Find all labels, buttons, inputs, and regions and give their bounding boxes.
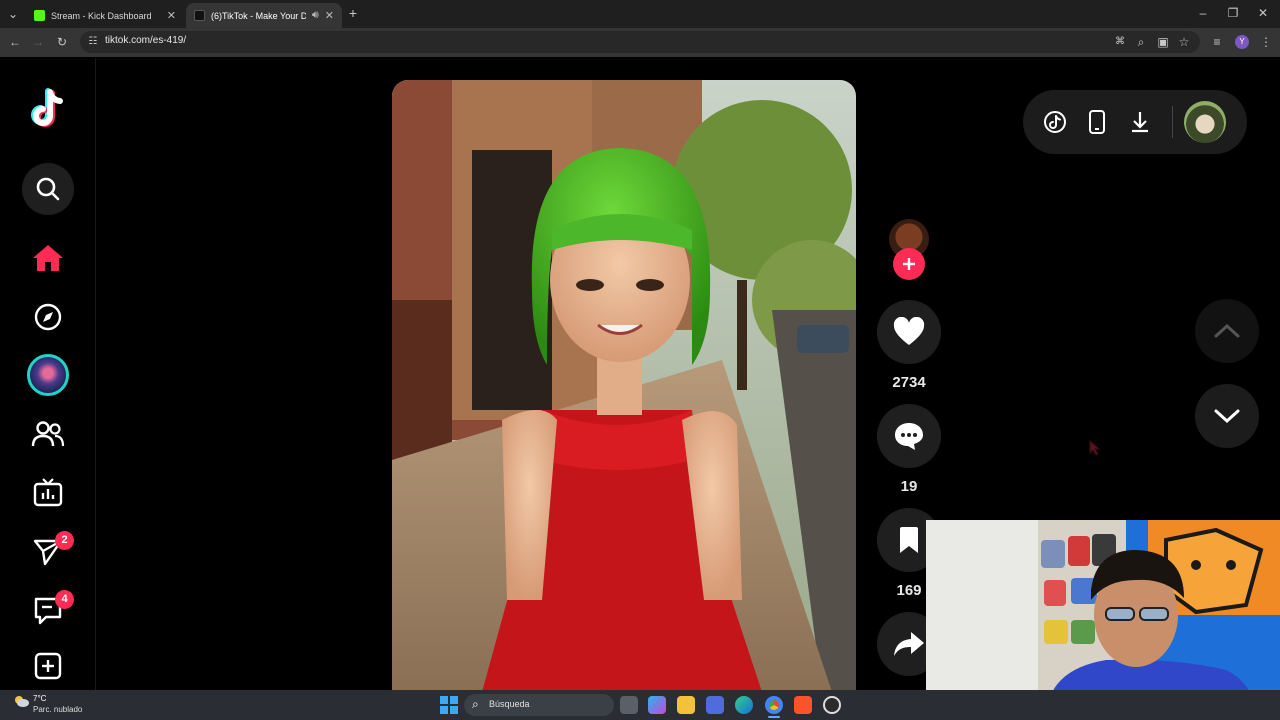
active-app-indicator — [768, 716, 780, 718]
url-text: tiktok.com/es-419/ — [105, 35, 187, 46]
translate-icon[interactable]: ⌘ — [1113, 35, 1127, 49]
live-avatar-button[interactable] — [22, 349, 74, 401]
tiktok-favicon-icon — [194, 10, 205, 21]
new-tab-icon[interactable]: + — [346, 6, 360, 20]
bookmark-star-icon[interactable]: ☆ — [1177, 35, 1191, 49]
start-button[interactable] — [440, 696, 458, 714]
tab-tiktok[interactable]: (6)TikTok - Make Your Day 🔊︎ ✕ — [186, 3, 342, 28]
weather-icon[interactable] — [12, 694, 30, 708]
restore-icon[interactable]: ❐ — [1226, 6, 1240, 20]
profile-avatar-icon[interactable]: Y — [1235, 35, 1249, 49]
tiktok-coin-icon — [1044, 111, 1066, 133]
taskbar-search[interactable] — [464, 694, 614, 716]
edge-icon[interactable] — [735, 696, 753, 714]
explore-button[interactable] — [22, 291, 74, 343]
tab-title: (6)TikTok - Make Your Day — [211, 10, 306, 21]
inbox-badge: 4 — [55, 590, 74, 609]
reading-list-icon[interactable]: ≡ — [1210, 35, 1224, 49]
toolbar-divider — [1172, 106, 1173, 138]
forward-icon[interactable]: → — [31, 35, 45, 49]
install-app-icon[interactable]: ▣ — [1156, 35, 1170, 49]
plus-icon — [903, 258, 915, 270]
tab-kick-dashboard[interactable]: Stream - Kick Dashboard ✕ — [26, 3, 184, 28]
bookmark-icon — [900, 527, 918, 553]
tiktok-logo-icon[interactable] — [22, 84, 74, 136]
chevron-up-icon — [1214, 323, 1240, 338]
like-count: 2734 — [892, 374, 926, 391]
url-input[interactable] — [80, 31, 1200, 53]
windows-logo-icon — [440, 696, 458, 714]
menu-kebab-icon[interactable]: ⋮ — [1259, 35, 1273, 49]
back-icon[interactable]: ← — [8, 35, 22, 49]
following-button[interactable] — [22, 408, 74, 460]
compass-icon — [34, 303, 62, 331]
task-view-icon[interactable] — [620, 696, 638, 714]
home-button[interactable] — [22, 232, 74, 284]
obs-icon[interactable] — [823, 696, 841, 714]
reload-icon[interactable]: ↻ — [55, 35, 69, 49]
messages-badge: 2 — [55, 531, 74, 550]
store-icon[interactable] — [706, 696, 724, 714]
tab-close-icon[interactable]: ✕ — [325, 9, 334, 22]
close-window-icon[interactable]: ✕ — [1256, 6, 1270, 20]
taskbar-search-label: Búsqueda — [489, 699, 530, 709]
heart-icon — [893, 317, 925, 345]
previous-video-button[interactable] — [1195, 299, 1259, 363]
comment-count: 19 — [900, 478, 918, 495]
video-frame — [392, 80, 856, 692]
chevron-down-icon — [1214, 409, 1240, 424]
copilot-icon[interactable] — [648, 696, 666, 714]
get-app-button[interactable] — [1087, 110, 1107, 134]
brave-icon[interactable] — [794, 696, 812, 714]
minimize-icon[interactable]: – — [1196, 6, 1210, 20]
phone-icon — [1089, 110, 1105, 134]
add-icon — [34, 652, 62, 680]
friends-icon — [31, 421, 65, 447]
follow-button[interactable] — [893, 248, 925, 280]
mouse-cursor-icon — [1089, 440, 1101, 456]
weather-temp[interactable]: 7°C — [33, 694, 46, 703]
upload-button[interactable] — [22, 643, 74, 689]
live-button[interactable] — [22, 466, 74, 518]
file-explorer-icon[interactable] — [677, 696, 695, 714]
comment-icon — [895, 423, 923, 450]
kick-favicon-icon — [34, 10, 45, 21]
search-button[interactable] — [22, 163, 74, 215]
site-info-icon[interactable]: ☷ — [86, 35, 100, 49]
weather-desc[interactable]: Parc. nublado — [33, 705, 82, 714]
chrome-icon[interactable] — [765, 696, 783, 714]
home-icon — [33, 245, 63, 271]
live-tv-icon — [33, 478, 63, 507]
comment-button[interactable] — [877, 404, 941, 468]
profile-avatar[interactable] — [1184, 101, 1226, 143]
tab-close-icon[interactable]: ✕ — [167, 9, 176, 22]
tab-title: Stream - Kick Dashboard — [51, 10, 152, 21]
tab-search-icon[interactable]: ⌄ — [6, 7, 20, 21]
tab-audio-icon[interactable]: 🔊︎ — [312, 9, 319, 22]
like-button[interactable] — [877, 300, 941, 364]
search-icon: ⌕ — [472, 697, 479, 711]
get-coins-button[interactable] — [1043, 110, 1067, 134]
zoom-icon[interactable]: ⌕ — [1134, 35, 1148, 49]
download-button[interactable] — [1129, 110, 1151, 134]
next-video-button[interactable] — [1195, 384, 1259, 448]
share-icon — [894, 632, 924, 656]
live-avatar-icon — [27, 354, 69, 396]
download-icon — [1132, 112, 1148, 133]
search-icon — [36, 177, 60, 201]
windows-taskbar — [0, 690, 1280, 720]
video-player[interactable] — [392, 80, 856, 692]
